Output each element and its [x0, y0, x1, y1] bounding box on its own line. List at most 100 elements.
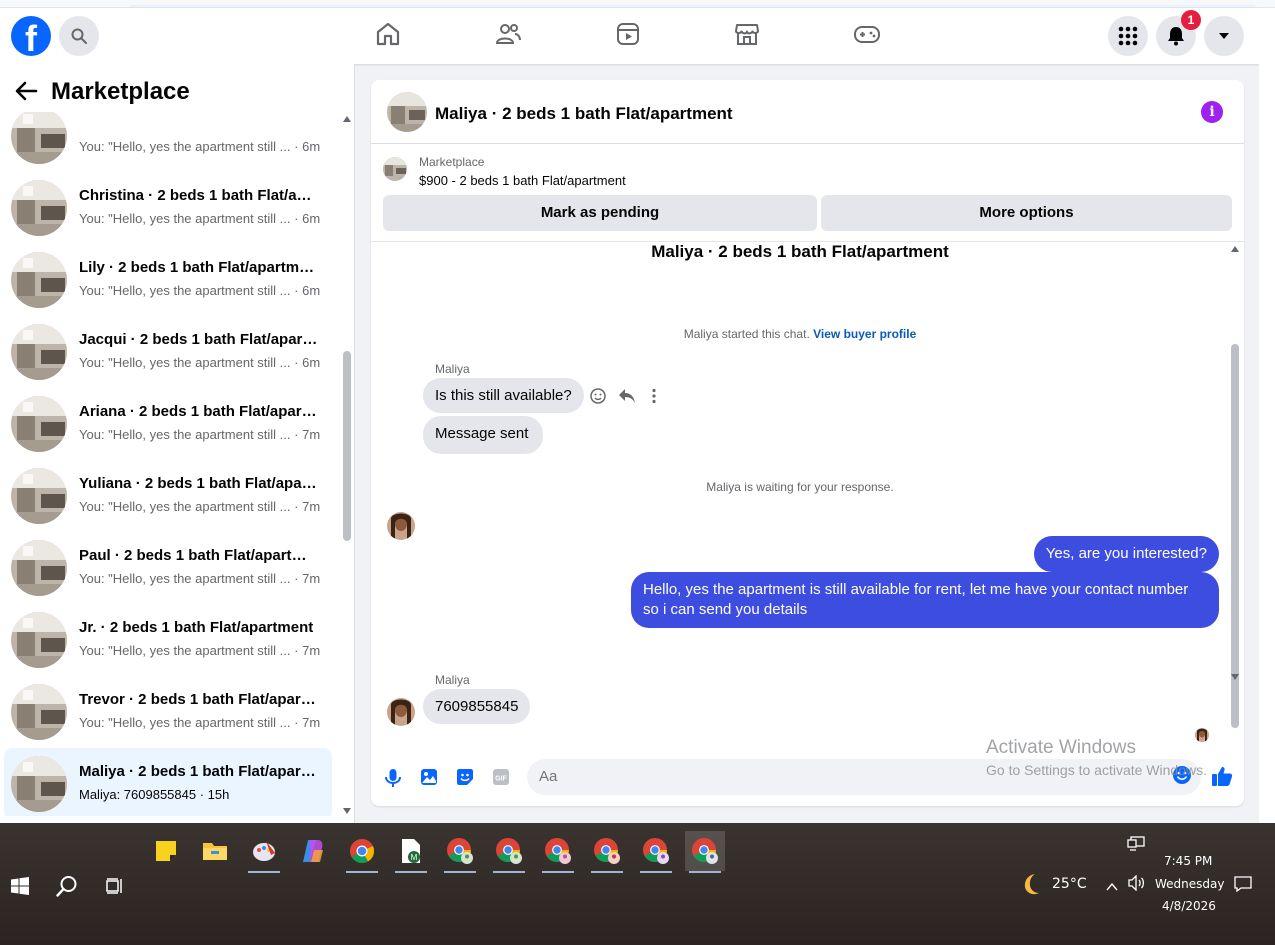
sender-name: Maliya: [435, 362, 470, 376]
conversation-preview: You: "Hello, yes the apartment still ...…: [79, 499, 321, 514]
clock-day[interactable]: Wednesday: [1155, 877, 1224, 891]
sticky-notes-app[interactable]: [146, 831, 186, 871]
moon-icon: [1024, 874, 1039, 895]
document-app[interactable]: M: [391, 831, 431, 873]
conversation-item[interactable]: Christina · 2 beds 1 bath Flat/apartment…: [4, 172, 332, 244]
friends-tab[interactable]: [494, 20, 522, 48]
search-icon: [56, 876, 77, 897]
facebook-logo[interactable]: f: [11, 16, 51, 56]
task-view-button[interactable]: [95, 866, 135, 906]
video-tab[interactable]: [614, 20, 642, 48]
sender-avatar[interactable]: [387, 698, 415, 726]
listing-avatar: [11, 468, 67, 524]
menu-button[interactable]: [1108, 16, 1148, 56]
back-button[interactable]: [14, 81, 38, 106]
outgoing-message[interactable]: Yes, are you interested?: [1033, 536, 1219, 572]
listing-avatar: [11, 180, 67, 236]
windows-taskbar: M 25°C 7:45 PM Wednesday 4/8/2026: [0, 823, 1275, 945]
listing-thumbnail[interactable]: [383, 157, 407, 181]
friends-icon: [495, 24, 521, 44]
preview-time: 7m: [302, 715, 321, 730]
show-hidden-icons-button[interactable]: [1106, 878, 1118, 896]
sticker-button[interactable]: [456, 768, 476, 788]
weather-moon-icon[interactable]: [1019, 872, 1043, 901]
listing-avatar: [11, 396, 67, 452]
chrome-profile-app-active[interactable]: [685, 831, 725, 873]
chat-avatar[interactable]: [387, 92, 427, 132]
desktop-icon: [1127, 836, 1145, 851]
conversation-item[interactable]: Trevor · 2 beds 1 bath Flat/apartment You…: [4, 676, 332, 748]
chevron-down-icon: [1219, 33, 1229, 39]
react-button[interactable]: [590, 388, 606, 409]
gif-button[interactable]: GIF: [492, 768, 512, 788]
chrome-icon: [350, 839, 375, 864]
gaming-tab[interactable]: [853, 20, 881, 48]
chrome-profile-app[interactable]: [440, 831, 480, 873]
conversation-preview: You: "Hello, yes the apartment still ...…: [79, 643, 321, 658]
view-buyer-profile-link[interactable]: View buyer profile: [813, 327, 916, 341]
chat-scrollbar[interactable]: [1229, 242, 1241, 744]
network-desktop-icon[interactable]: [1127, 836, 1145, 857]
sidebar-scrollbar[interactable]: [341, 112, 353, 818]
clock-date[interactable]: 4/8/2026: [1162, 899, 1216, 913]
like-button[interactable]: [1211, 765, 1233, 786]
conversation-item[interactable]: You: "Hello, yes the apartment still ...…: [4, 112, 332, 172]
incoming-message[interactable]: Message sent: [423, 416, 544, 454]
incoming-message[interactable]: 7609855845: [423, 689, 531, 724]
mark-pending-button[interactable]: Mark as pending: [383, 195, 817, 231]
speaker-icon: [1128, 874, 1145, 892]
conversation-item[interactable]: Jr. · 2 beds 1 bath Flat/apartment You: "…: [4, 604, 332, 676]
outgoing-message[interactable]: Hello, yes the apartment is still availa…: [631, 572, 1219, 628]
weather-temperature[interactable]: 25°C: [1052, 876, 1087, 892]
chat-panel: Maliya · 2 beds 1 bath Flat/apartment i …: [371, 80, 1244, 806]
volume-button[interactable]: [1128, 874, 1146, 896]
home-tab[interactable]: [374, 20, 402, 48]
chrome-profile-app[interactable]: [636, 831, 676, 873]
image-icon: [421, 769, 437, 785]
conversation-item[interactable]: Paul · 2 beds 1 bath Flat/apartment You: …: [4, 532, 332, 604]
search-taskbar-button[interactable]: [47, 866, 87, 906]
copilot-app[interactable]: [293, 831, 333, 871]
store-icon: [735, 24, 759, 45]
more-actions-button[interactable]: [651, 388, 657, 409]
incoming-message[interactable]: Is this still available?: [423, 378, 584, 413]
listing-avatar: [11, 684, 67, 740]
chrome-profile-app[interactable]: [538, 831, 578, 873]
chrome-profile-icon: [594, 838, 620, 864]
info-icon[interactable]: i: [1201, 101, 1223, 123]
conversation-item[interactable]: Maliya · 2 beds 1 bath Flat/apartment Mal…: [4, 748, 332, 816]
conversation-name: Jacqui · 2 beds 1 bath Flat/apartment: [79, 331, 319, 348]
listing-avatar: [11, 252, 67, 308]
conversation-preview: You: "Hello, yes the apartment still ...…: [79, 355, 321, 370]
search-button[interactable]: [59, 16, 99, 56]
more-options-button[interactable]: More options: [821, 195, 1232, 231]
chrome-profile-app[interactable]: [489, 831, 529, 873]
conversation-preview: You: "Hello, yes the apartment still ...…: [79, 715, 321, 730]
file-explorer-app[interactable]: [195, 831, 235, 871]
conversation-item[interactable]: Lily · 2 beds 1 bath Flat/apartment You: …: [4, 244, 332, 316]
reply-button[interactable]: [618, 388, 636, 409]
start-button[interactable]: [0, 866, 40, 906]
marketplace-tab[interactable]: [733, 20, 761, 48]
notification-center-button[interactable]: [1234, 876, 1252, 897]
conversation-item[interactable]: Jacqui · 2 beds 1 bath Flat/apartment You…: [4, 316, 332, 388]
attach-photo-button[interactable]: [420, 768, 440, 788]
chat-title: Maliya · 2 beds 1 bath Flat/apartment: [435, 104, 733, 123]
paint-app[interactable]: [244, 831, 284, 873]
gamepad-icon: [854, 26, 880, 43]
search-icon: [71, 28, 87, 44]
listing-price[interactable]: $900 - 2 beds 1 bath Flat/apartment: [419, 173, 626, 188]
gif-icon: GIF: [493, 769, 509, 785]
page-scrollbar[interactable]: [1259, 8, 1275, 823]
conversation-item[interactable]: Yuliana · 2 beds 1 bath Flat/apartment Yo…: [4, 460, 332, 532]
account-button[interactable]: [1204, 16, 1244, 56]
chrome-profile-app[interactable]: [587, 831, 627, 873]
sidebar-title: Marketplace: [51, 78, 190, 105]
chrome-app[interactable]: [342, 831, 382, 873]
conversation-item[interactable]: Ariana · 2 beds 1 bath Flat/apartment You…: [4, 388, 332, 460]
preview-time: 6m: [302, 211, 321, 226]
chrome-profile-icon: [447, 838, 473, 864]
clock-time[interactable]: 7:45 PM: [1164, 854, 1212, 868]
voice-clip-button[interactable]: [384, 768, 404, 788]
sender-avatar[interactable]: [387, 512, 415, 540]
